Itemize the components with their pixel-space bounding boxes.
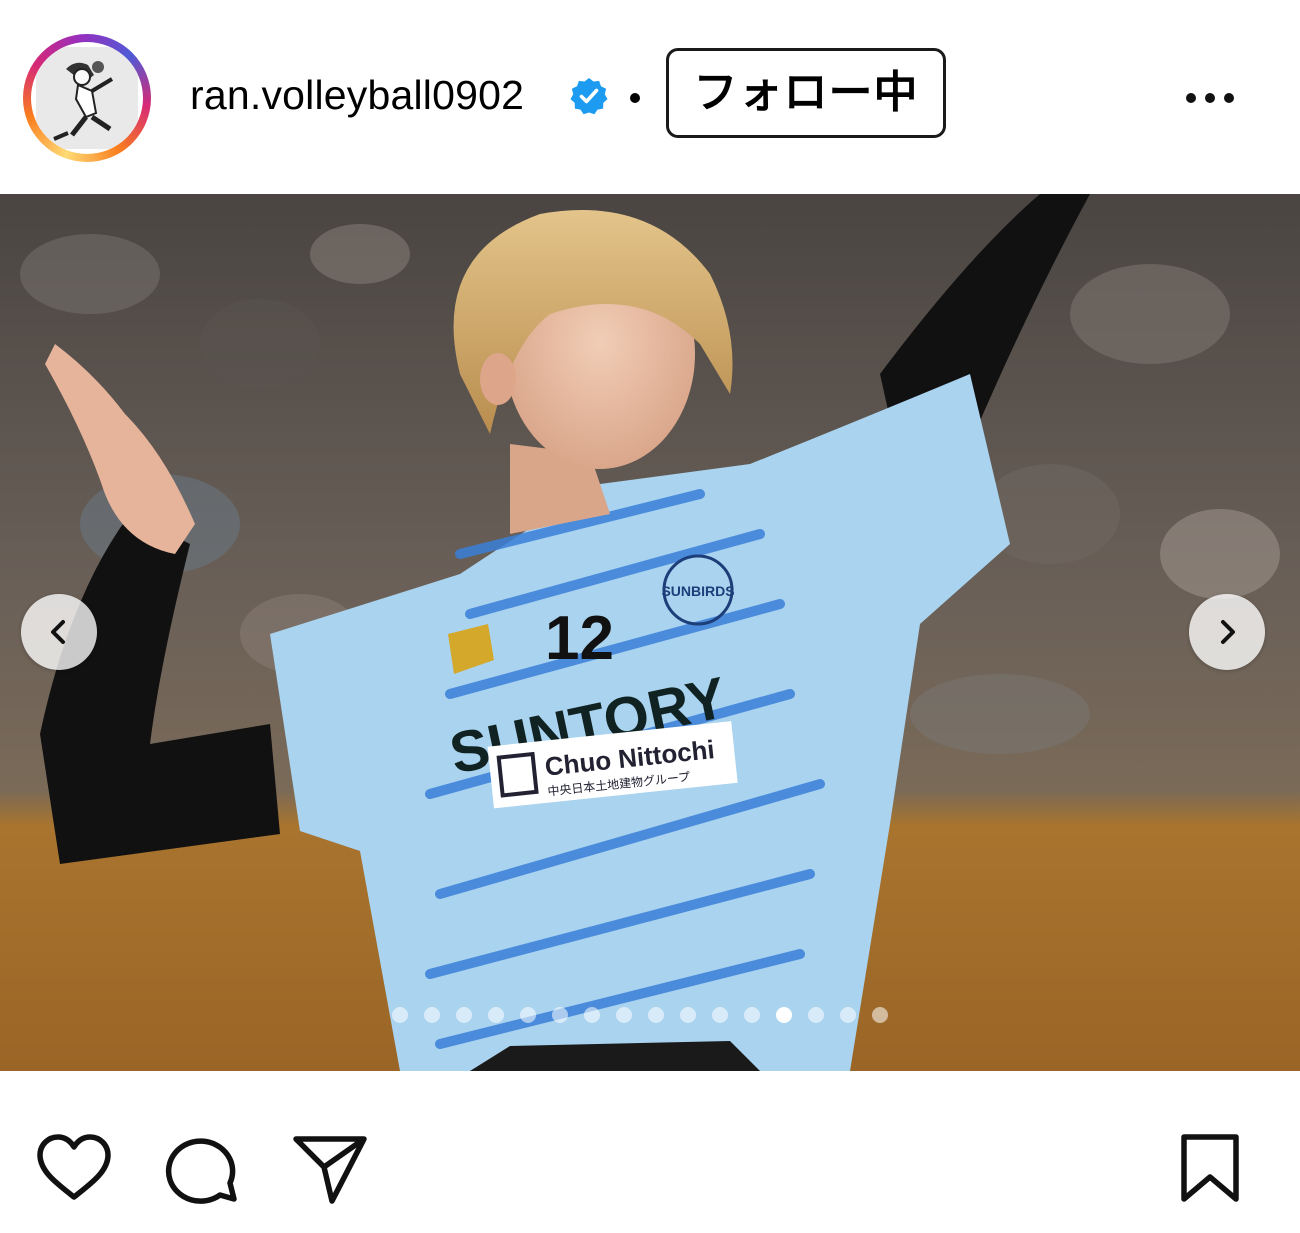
verified-badge-icon bbox=[570, 78, 608, 115]
avatar-image bbox=[36, 47, 138, 149]
chevron-right-icon bbox=[1221, 620, 1235, 644]
post-photo: 12 SUNBIRDS SUNTORY Chuo Nittochi 中央日本土地… bbox=[0, 194, 1300, 1071]
carousel-dot bbox=[392, 1007, 408, 1023]
bookmark-icon[interactable] bbox=[1174, 1133, 1246, 1205]
send-icon[interactable] bbox=[292, 1133, 368, 1205]
more-horizontal-icon[interactable] bbox=[1180, 80, 1240, 116]
carousel-dot bbox=[744, 1007, 760, 1023]
carousel-dot bbox=[552, 1007, 568, 1023]
post-media[interactable]: 12 SUNBIRDS SUNTORY Chuo Nittochi 中央日本土地… bbox=[0, 194, 1300, 1071]
story-ring[interactable] bbox=[23, 34, 151, 162]
carousel-dot bbox=[808, 1007, 824, 1023]
separator-dot bbox=[630, 93, 640, 103]
carousel-indicator bbox=[392, 1004, 902, 1026]
carousel-dot bbox=[456, 1007, 472, 1023]
team-badge: SUNBIRDS bbox=[661, 583, 734, 599]
action-bar bbox=[0, 1071, 1300, 1233]
chevron-left-icon bbox=[51, 620, 65, 644]
carousel-dot bbox=[712, 1007, 728, 1023]
heart-icon[interactable] bbox=[36, 1133, 112, 1205]
carousel-dot bbox=[584, 1007, 600, 1023]
carousel-dot bbox=[840, 1007, 856, 1023]
username[interactable]: ran.volleyball0902 bbox=[190, 70, 524, 120]
carousel-dot bbox=[520, 1007, 536, 1023]
post-header: ran.volleyball0902 フォロー中 bbox=[0, 0, 1300, 194]
carousel-dot bbox=[680, 1007, 696, 1023]
carousel-dot bbox=[424, 1007, 440, 1023]
comment-icon[interactable] bbox=[164, 1133, 240, 1205]
carousel-dot bbox=[616, 1007, 632, 1023]
following-button[interactable]: フォロー中 bbox=[666, 48, 946, 138]
carousel-dot bbox=[776, 1007, 792, 1023]
carousel-next-button[interactable] bbox=[1189, 594, 1265, 670]
carousel-dot bbox=[488, 1007, 504, 1023]
avatar[interactable] bbox=[31, 42, 143, 154]
carousel-dot bbox=[648, 1007, 664, 1023]
avatar-illustration-icon bbox=[36, 47, 138, 149]
carousel-prev-button[interactable] bbox=[21, 594, 97, 670]
jersey-number: 12 bbox=[545, 604, 614, 673]
carousel-dot bbox=[872, 1007, 888, 1023]
